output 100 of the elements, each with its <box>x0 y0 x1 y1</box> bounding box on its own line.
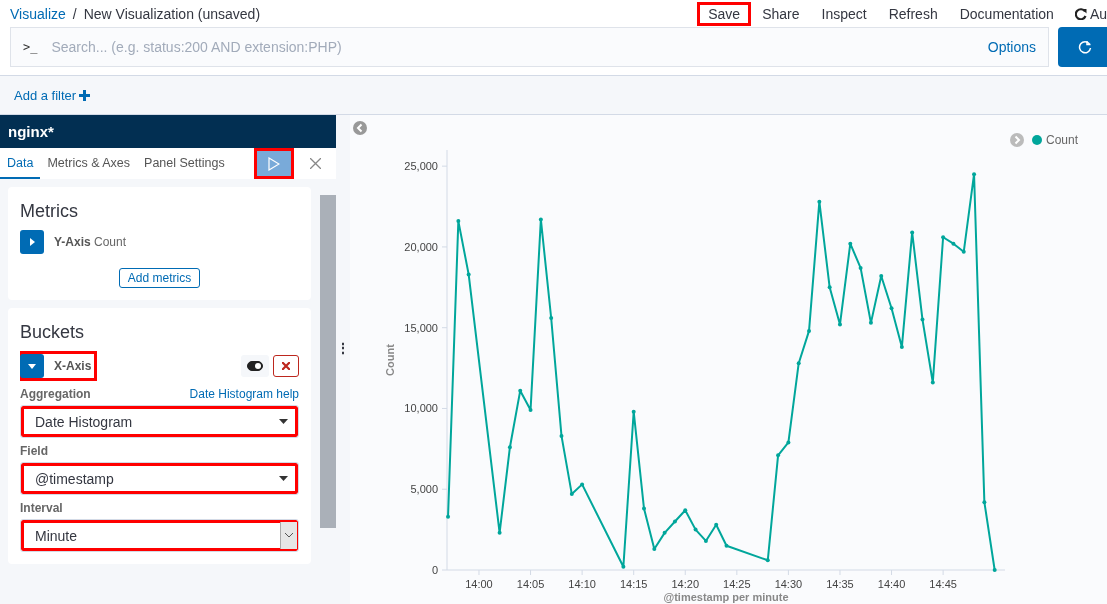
data-point <box>466 272 471 277</box>
data-point <box>992 568 997 572</box>
data-point <box>817 199 822 204</box>
x-tick-label: 14:25 <box>723 578 751 590</box>
x-tick-label: 14:30 <box>774 578 803 590</box>
options-link[interactable]: Options <box>987 39 1036 55</box>
nav-link[interactable]: Refresh <box>877 1 949 26</box>
add-metrics-button[interactable]: Add metrics <box>118 268 201 288</box>
data-point <box>497 530 502 535</box>
x-tick-label: 14:45 <box>929 578 957 590</box>
breadcrumb-link[interactable]: Visualize <box>10 5 66 22</box>
legend-toggle-icon[interactable] <box>1010 133 1024 147</box>
help-link[interactable]: Date Histogram help <box>189 387 299 401</box>
data-point <box>951 241 956 246</box>
y-tick-label: 20,000 <box>404 240 438 253</box>
data-point <box>961 249 966 254</box>
data-point <box>858 265 863 270</box>
caret-icon <box>279 476 288 481</box>
close-icon <box>309 158 321 169</box>
add-filter-link[interactable]: Add a filter <box>14 87 91 103</box>
aggregation-header[interactable]: X-Axis <box>20 351 98 381</box>
data-point <box>868 320 873 325</box>
nav-link[interactable]: Save <box>697 1 752 26</box>
data-point <box>941 235 946 240</box>
data-point <box>693 527 698 532</box>
toggle-switch[interactable] <box>241 355 269 377</box>
data-point <box>848 241 853 246</box>
apply-button[interactable] <box>253 148 294 179</box>
auto-refresh-label[interactable]: Au <box>1089 5 1107 22</box>
data-point <box>930 380 935 385</box>
nav-link[interactable]: Documentation <box>948 1 1065 26</box>
data-point <box>538 217 543 222</box>
data-point <box>518 388 523 393</box>
data-point <box>672 519 677 524</box>
data-point <box>662 530 667 535</box>
editor-tab[interactable]: Data <box>0 148 41 179</box>
nav-link[interactable]: Inspect <box>810 1 878 26</box>
data-point <box>507 445 512 450</box>
data-point <box>456 219 461 224</box>
data-point <box>776 453 781 458</box>
y-tick-label: 15,000 <box>404 321 438 334</box>
caret-right-icon <box>29 238 35 246</box>
editor-tab[interactable]: Metrics & Axes <box>40 148 138 179</box>
data-point <box>920 317 925 322</box>
section-title: Metrics <box>20 201 79 222</box>
data-point <box>879 274 884 278</box>
y-tick-label: 25,000 <box>404 160 438 173</box>
data-point <box>724 543 729 548</box>
data-point <box>703 538 708 543</box>
data-point <box>631 409 636 414</box>
data-point <box>899 345 904 350</box>
editor-tab[interactable]: Panel Settings <box>137 148 232 179</box>
caret-icon <box>279 419 288 424</box>
y-tick-label: 10,000 <box>404 402 438 415</box>
collapse-icon[interactable] <box>353 121 367 135</box>
x-tick-label: 14:10 <box>568 578 596 590</box>
chevron-down-icon <box>285 533 293 538</box>
aggregation-title: Y-Axis Count <box>54 235 127 249</box>
field-label: Aggregation <box>20 387 91 401</box>
data-point <box>621 564 626 569</box>
select-field[interactable]: Minute <box>20 519 299 552</box>
data-point <box>549 316 554 320</box>
x-axis-title: @timestamp per minute <box>663 591 789 603</box>
breadcrumb-separator: / <box>72 5 77 22</box>
prompt-icon: >_ <box>23 40 38 54</box>
x-tick-label: 14:15 <box>619 578 648 590</box>
search-field[interactable]: >_ Search... (e.g. status:200 AND extension:PHP) Options <box>10 27 1049 67</box>
data-point <box>982 500 987 505</box>
expand-toggle[interactable] <box>20 354 44 378</box>
refresh-icon <box>1074 7 1087 20</box>
field-label: Interval <box>20 501 63 515</box>
x-tick-label: 14:20 <box>671 578 699 590</box>
data-point <box>559 433 564 438</box>
y-tick-label: 0 <box>431 564 438 576</box>
legend-label[interactable]: Count <box>1046 133 1079 147</box>
remove-button[interactable] <box>273 355 299 377</box>
x-tick-label: 14:35 <box>826 578 854 590</box>
data-point <box>569 492 574 497</box>
resize-handle[interactable]: ⋮ <box>336 340 350 355</box>
y-tick-label: 5,000 <box>410 483 438 496</box>
data-point <box>714 522 719 527</box>
refresh-icon <box>1078 40 1092 54</box>
x-tick-label: 14:40 <box>877 578 906 590</box>
select-field[interactable]: @timestamp <box>20 462 299 495</box>
expand-toggle[interactable] <box>20 230 44 254</box>
data-point <box>786 440 791 445</box>
play-icon <box>267 156 280 171</box>
nav-link[interactable]: Share <box>751 1 811 26</box>
scrollbar[interactable] <box>320 195 336 528</box>
section-title: Buckets <box>20 322 86 343</box>
select-field[interactable]: Date Histogram <box>20 405 299 438</box>
plus-icon <box>79 89 91 101</box>
page-title: New Visualization (unsaved) <box>83 5 261 22</box>
y-axis-title: Count <box>384 344 396 376</box>
data-point <box>972 172 977 177</box>
refresh-button[interactable] <box>1058 27 1107 67</box>
toggle-icon <box>247 361 263 371</box>
data-point <box>796 361 801 366</box>
data-point <box>765 558 770 563</box>
data-point <box>446 514 451 519</box>
